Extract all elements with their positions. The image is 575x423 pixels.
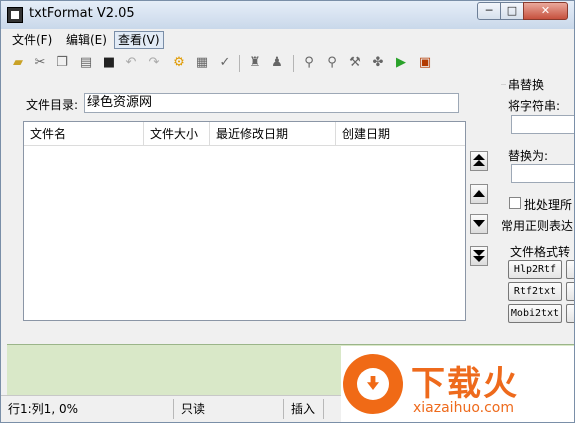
- convert-button-partial[interactable]: [566, 260, 574, 279]
- column-header-created[interactable]: 创建日期: [336, 122, 465, 146]
- menu-view[interactable]: 查看(V): [114, 31, 164, 49]
- batch-checkbox[interactable]: [509, 197, 521, 209]
- file-dir-input[interactable]: 绿色资源网: [84, 93, 459, 113]
- redo-icon[interactable]: ↷: [146, 55, 162, 71]
- convert-button-partial[interactable]: [566, 282, 574, 301]
- watermark-logo: 下载火 xiazaihuo.com: [341, 346, 574, 422]
- format-icon[interactable]: ▦: [194, 55, 210, 71]
- convert-button-partial[interactable]: [566, 304, 574, 323]
- watermark-text-en: xiazaihuo.com: [413, 400, 514, 416]
- column-header-filename[interactable]: 文件名: [24, 122, 144, 146]
- toolbar-separator: [239, 55, 240, 72]
- batch-checkbox-label: 批处理所: [524, 198, 573, 212]
- double-down-icon: [473, 250, 485, 262]
- watermark-text-cn: 下载火: [411, 364, 519, 404]
- minimize-button[interactable]: ─: [477, 2, 501, 20]
- convert-group-title: 文件格式转: [510, 245, 571, 259]
- regex-label: 常用正则表达: [501, 219, 574, 233]
- title-bar[interactable]: txtFormat V2.05 ─ □ ✕: [1, 1, 574, 29]
- find-icon[interactable]: ⚲: [301, 55, 317, 71]
- download-logo-icon: [343, 354, 403, 414]
- app-icon: [7, 7, 23, 23]
- move-bottom-button[interactable]: [470, 246, 488, 266]
- file-dir-label: 文件目录:: [26, 98, 79, 112]
- toolbar-separator: [293, 55, 294, 72]
- maximize-button[interactable]: □: [500, 2, 524, 20]
- window-title: txtFormat V2.05: [29, 6, 135, 21]
- find-replace-icon[interactable]: ⚲: [324, 55, 340, 71]
- spellcheck-icon[interactable]: ✓: [217, 55, 233, 71]
- hlp2rtf-button[interactable]: Hlp2Rtf: [508, 260, 562, 279]
- rtf2txt-button[interactable]: Rtf2txt: [508, 282, 562, 301]
- puzzle-icon[interactable]: ✤: [370, 55, 386, 71]
- find-string-input[interactable]: [511, 115, 574, 134]
- open-folder-icon[interactable]: ▰: [10, 55, 26, 71]
- paste-icon[interactable]: ▤: [78, 55, 94, 71]
- app-window: txtFormat V2.05 ─ □ ✕ 文件(F) 编辑(E) 查看(V) …: [0, 0, 575, 423]
- double-up-icon: [473, 154, 485, 166]
- close-button[interactable]: ✕: [523, 2, 568, 20]
- stamp-icon[interactable]: ♜: [247, 55, 263, 71]
- menu-bar: 文件(F) 编辑(E) 查看(V): [1, 30, 574, 50]
- status-separator: [173, 399, 174, 419]
- status-readonly: 只读: [181, 402, 206, 416]
- run-icon[interactable]: ▶: [393, 55, 409, 71]
- status-separator: [283, 399, 284, 419]
- cut-icon[interactable]: ✂: [32, 55, 48, 71]
- status-insert: 插入: [291, 402, 316, 416]
- status-position: 行1:列1, 0%: [8, 402, 78, 416]
- replace-group-title: 串替换: [508, 78, 545, 92]
- file-list[interactable]: 文件名 文件大小 最近修改日期 创建日期: [23, 121, 466, 321]
- save-icon[interactable]: ■: [101, 55, 117, 71]
- undo-icon[interactable]: ↶: [123, 55, 139, 71]
- move-top-button[interactable]: [470, 151, 488, 171]
- move-up-button[interactable]: [470, 184, 488, 204]
- move-down-button[interactable]: [470, 214, 488, 234]
- column-header-modified[interactable]: 最近修改日期: [210, 122, 336, 146]
- replace-with-input[interactable]: [511, 164, 574, 183]
- toolbar: ▰ ✂ ❐ ▤ ■ ↶ ↷ ⚙ ▦ ✓ ♜ ♟ ⚲ ⚲ ⚒ ✤ ▶ ▣: [1, 51, 574, 75]
- find-string-label: 将字符串:: [508, 99, 561, 113]
- menu-file[interactable]: 文件(F): [9, 32, 55, 48]
- menu-edit[interactable]: 编辑(E): [63, 32, 110, 48]
- column-header-filesize[interactable]: 文件大小: [144, 122, 210, 146]
- tools-icon[interactable]: ⚒: [347, 55, 363, 71]
- stamp-down-icon[interactable]: ♟: [269, 55, 285, 71]
- up-icon: [473, 190, 485, 197]
- group-border: [501, 84, 506, 85]
- book-icon[interactable]: ▣: [417, 55, 433, 71]
- down-icon: [473, 220, 485, 227]
- settings-gear-icon[interactable]: ⚙: [171, 55, 187, 71]
- replace-with-label: 替换为:: [508, 149, 549, 163]
- copy-icon[interactable]: ❐: [54, 55, 70, 71]
- mobi2txt-button[interactable]: Mobi2txt: [508, 304, 562, 323]
- status-separator: [323, 399, 324, 419]
